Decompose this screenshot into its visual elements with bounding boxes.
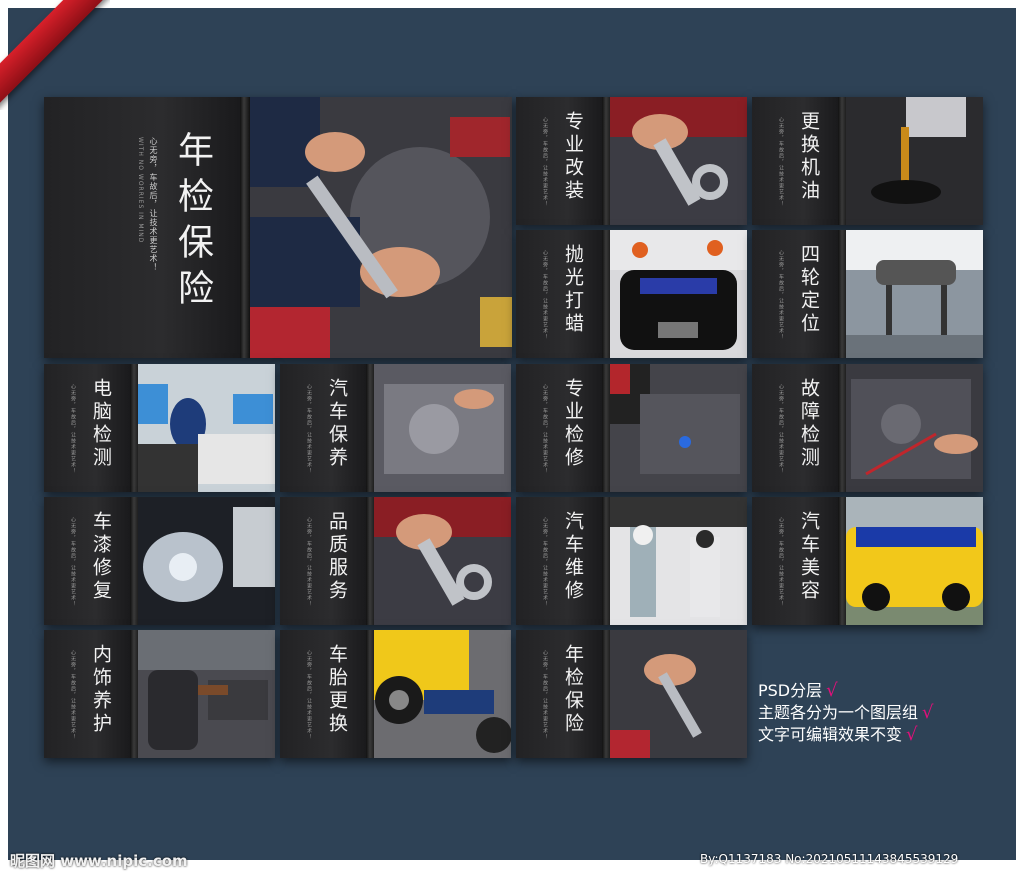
- panel-title: 故障检测: [798, 378, 820, 470]
- panel-card: 抛光打蜡 心无旁，车故后，让技术更艺术！: [516, 230, 747, 358]
- panel-card: 汽车美容 心无旁，车故后，让技术更艺术！: [752, 497, 983, 625]
- panel-title: 专业检修: [562, 378, 584, 470]
- panel-subtitle: 心无旁，车故后，让技术更艺术！: [542, 117, 548, 207]
- panel-title: 更换机油: [798, 111, 820, 203]
- panel-title: 车胎更换: [326, 644, 348, 736]
- panel-subtitle: 心无旁，车故后，让技术更艺术！: [542, 250, 548, 340]
- panel-photo: [374, 630, 511, 758]
- panel-title: 内饰养护: [90, 644, 112, 736]
- panel-card: 汽车维修 心无旁，车故后，让技术更艺术！: [516, 497, 747, 625]
- panel-title: 专业改装: [562, 111, 584, 203]
- panel-subtitle: 心无旁，车故后，让技术更艺术！: [306, 384, 312, 474]
- panel-title: 年检保险: [562, 644, 584, 736]
- panel-subtitle: 心无旁，车故后，让技术更艺术！: [542, 384, 548, 474]
- panel-photo: [610, 230, 747, 358]
- main-subtitle-en: WITH NO WORRIES IN MIND: [137, 137, 144, 244]
- panel-photo: [846, 97, 983, 225]
- panel-photo: [138, 364, 275, 492]
- panel-card: 专业改装 心无旁，车故后，让技术更艺术！: [516, 97, 747, 225]
- panel-photo: [610, 364, 747, 492]
- panel-title: 汽车维修: [562, 511, 584, 603]
- panel-photo: [846, 364, 983, 492]
- panel-card: 故障检测 心无旁，车故后，让技术更艺术！: [752, 364, 983, 492]
- panel-photo: [610, 497, 747, 625]
- panel-photo: [138, 497, 275, 625]
- panel-title: 汽车保养: [326, 378, 348, 470]
- panel-photo: [846, 497, 983, 625]
- panel-photo: [610, 630, 747, 758]
- panel-card: 电脑检测 心无旁，车故后，让技术更艺术！: [44, 364, 275, 492]
- panel-title: 电脑检测: [90, 378, 112, 470]
- main-panel: 年检保险 心无旁，车故后，让技术更艺术！ WITH NO WORRIES IN …: [44, 97, 512, 358]
- watermark-site: 昵图网 www.nipic.com: [10, 852, 188, 870]
- check-icon: √: [906, 724, 918, 745]
- panel-card: 品质服务 心无旁，车故后，让技术更艺术！: [280, 497, 511, 625]
- main-subtitle: 心无旁，车故后，让技术更艺术！: [149, 137, 158, 272]
- panel-title: 汽车美容: [798, 511, 820, 603]
- panel-subtitle: 心无旁，车故后，让技术更艺术！: [306, 650, 312, 740]
- panel-photo: [846, 230, 983, 358]
- check-icon: √: [922, 702, 934, 723]
- panel-photo: [374, 364, 511, 492]
- info-line-2: 主题各分为一个图层组: [758, 703, 919, 722]
- panel-card: 年检保险 心无旁，车故后，让技术更艺术！: [516, 630, 747, 758]
- panel-card: 内饰养护 心无旁，车故后，让技术更艺术！: [44, 630, 275, 758]
- panel-card: 车漆修复 心无旁，车故后，让技术更艺术！: [44, 497, 275, 625]
- check-icon: √: [826, 680, 838, 701]
- panel-subtitle: 心无旁，车故后，让技术更艺术！: [542, 517, 548, 607]
- panel-card: 更换机油 心无旁，车故后，让技术更艺术！: [752, 97, 983, 225]
- panel-subtitle: 心无旁，车故后，让技术更艺术！: [778, 117, 784, 207]
- info-block: PSD分层 √ 主题各分为一个图层组 √ 文字可编辑效果不变 √: [758, 680, 934, 746]
- panel-card: 四轮定位 心无旁，车故后，让技术更艺术！: [752, 230, 983, 358]
- panel-subtitle: 心无旁，车故后，让技术更艺术！: [306, 517, 312, 607]
- panel-title: 品质服务: [326, 511, 348, 603]
- panel-title: 四轮定位: [798, 244, 820, 336]
- panel-subtitle: 心无旁，车故后，让技术更艺术！: [70, 517, 76, 607]
- panel-card: 专业检修 心无旁，车故后，让技术更艺术！: [516, 364, 747, 492]
- watermark-id: By:Q1137183 No:20210511143845539129: [700, 852, 959, 866]
- panel-subtitle: 心无旁，车故后，让技术更艺术！: [70, 650, 76, 740]
- info-line-3: 文字可编辑效果不变: [758, 725, 903, 744]
- panel-photo: [374, 497, 511, 625]
- panel-subtitle: 心无旁，车故后，让技术更艺术！: [542, 650, 548, 740]
- panel-photo: [138, 630, 275, 758]
- panel-title: 抛光打蜡: [562, 244, 584, 336]
- panel-subtitle: 心无旁，车故后，让技术更艺术！: [778, 250, 784, 340]
- corner-ribbon: [0, 0, 110, 110]
- panel-subtitle: 心无旁，车故后，让技术更艺术！: [778, 517, 784, 607]
- panel-card: 汽车保养 心无旁，车故后，让技术更艺术！: [280, 364, 511, 492]
- panel-subtitle: 心无旁，车故后，让技术更艺术！: [778, 384, 784, 474]
- main-title: 年检保险: [172, 131, 213, 315]
- panel-title: 车漆修复: [90, 511, 112, 603]
- panel-subtitle: 心无旁，车故后，让技术更艺术！: [70, 384, 76, 474]
- info-line-1: PSD分层: [758, 681, 823, 700]
- engine-wrench-photo: [250, 97, 512, 358]
- panel-photo: [610, 97, 747, 225]
- panel-card: 车胎更换 心无旁，车故后，让技术更艺术！: [280, 630, 511, 758]
